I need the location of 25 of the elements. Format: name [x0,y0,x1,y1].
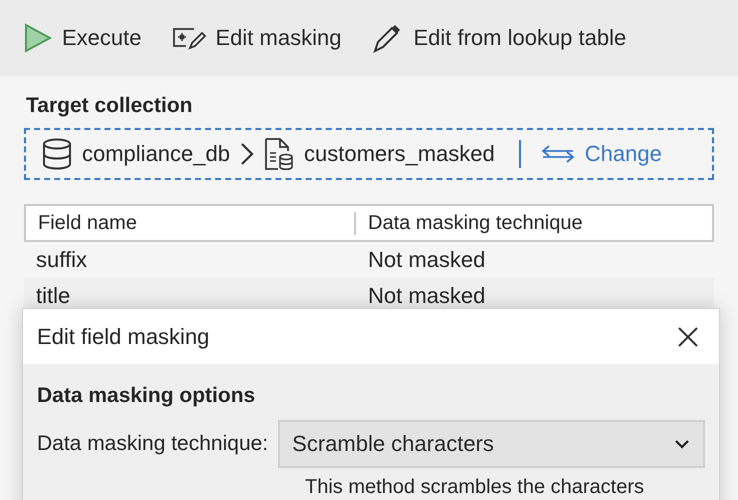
swap-arrows-icon [540,144,575,164]
chevron-down-icon [673,438,691,450]
table-cell-text: Not masked [367,283,486,309]
description-text: This method scrambles the characters [305,476,646,499]
section-heading: Target collection [26,94,194,118]
change-link[interactable]: Change [540,141,662,167]
masked-field-icon [172,26,206,50]
collection-name: customers_masked [304,141,495,167]
toolbar-button[interactable]: Edit masking [172,25,342,51]
play-icon [24,23,52,53]
section-heading: Data masking options [37,384,256,408]
close-button[interactable] [677,326,699,348]
table-cell-text: suffix [35,247,88,273]
toolbar-button[interactable]: Edit from lookup table [371,22,626,54]
database-icon [42,138,72,170]
dialog-title: Edit field masking [37,324,210,350]
toolbar-button[interactable]: Execute [24,23,142,53]
collection-icon [264,137,294,171]
field-label: Data masking technique: [37,432,268,456]
table-cell-text: title [35,283,72,309]
table-cell-text: Not masked [367,247,486,273]
chevron-right-icon [240,142,254,166]
technique-dropdown[interactable]: Scramble characters [278,420,705,468]
database-name: compliance_db [82,141,230,167]
table-header: Field name Data masking technique [24,204,714,242]
